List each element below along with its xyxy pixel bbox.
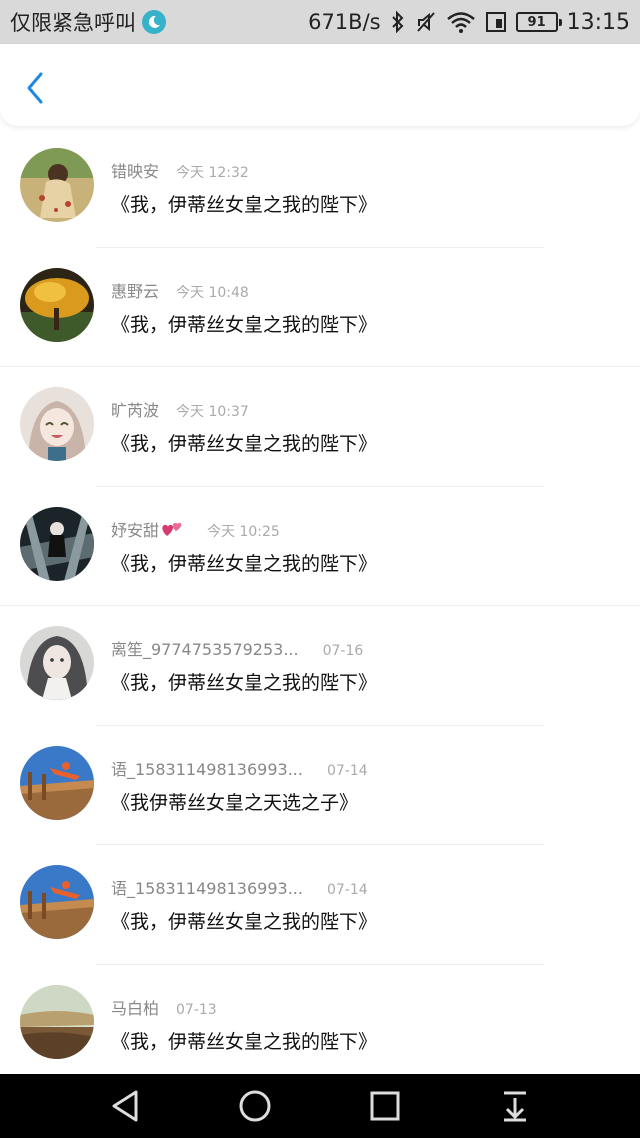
avatar[interactable] [20, 506, 94, 581]
username[interactable]: 语_158311498136993... [111, 875, 303, 899]
nav-back-button[interactable] [95, 1076, 155, 1136]
avatar[interactable] [20, 267, 94, 342]
clock: 13:15 [566, 9, 630, 35]
comment-text[interactable]: 《我，伊蒂丝女皇之我的陛下》 [111, 190, 377, 217]
avatar[interactable] [20, 745, 94, 820]
sim-icon [485, 10, 507, 34]
triangle-back-icon [112, 1090, 138, 1122]
circle-home-icon [239, 1090, 271, 1122]
list-item[interactable]: 惠野云 今天 10:48 《我，伊蒂丝女皇之我的陛下》 [0, 248, 640, 367]
avatar[interactable] [20, 626, 94, 700]
username-text: 妤安甜 [111, 520, 160, 540]
timestamp: 今天 10:48 [176, 284, 249, 301]
timestamp: 07-16 [322, 643, 364, 659]
comment-text[interactable]: 《我，伊蒂丝女皇之我的陛下》 [111, 549, 377, 576]
comment-text[interactable]: 《我，伊蒂丝女皇之我的陛下》 [111, 668, 377, 695]
comment-text[interactable]: 《我，伊蒂丝女皇之我的陛下》 [111, 1027, 377, 1054]
nav-recents-button[interactable] [355, 1076, 415, 1136]
item-meta: 马白柏 07-13 [111, 995, 217, 1019]
item-meta: 错映安 今天 12:32 [111, 158, 249, 182]
list-item[interactable]: 马白柏 07-13 《我，伊蒂丝女皇之我的陛下》 [0, 965, 640, 1085]
username[interactable]: 离笙_9774753579253... [111, 636, 299, 660]
pull-down-icon [504, 1091, 526, 1122]
carrier-text: 仅限紧急呼叫 [10, 11, 136, 35]
comment-text[interactable]: 《我，伊蒂丝女皇之我的陛下》 [111, 429, 377, 456]
moon-icon [142, 10, 166, 34]
nav-notifications-button[interactable] [485, 1076, 545, 1136]
username[interactable]: 语_158311498136993... [111, 756, 303, 780]
comment-text[interactable]: 《我，伊蒂丝女皇之我的陛下》 [111, 907, 377, 934]
item-meta: 妤安甜 今天 10:25 [111, 517, 280, 541]
comment-list: 错映安 今天 12:32 《我，伊蒂丝女皇之我的陛下》 惠野云 今天 10:48 [0, 128, 640, 1084]
list-item[interactable]: 妤安甜 今天 10:25 《我，伊蒂丝女皇之我的陛下》 [0, 487, 640, 606]
mute-icon [415, 10, 437, 34]
username[interactable]: 错映安 [111, 158, 159, 182]
item-meta: 旷芮波 今天 10:37 [111, 397, 249, 421]
username[interactable]: 妤安甜 [111, 517, 183, 541]
network-speed: 671B/s [308, 10, 381, 34]
username[interactable]: 惠野云 [111, 278, 159, 302]
timestamp: 今天 12:32 [176, 165, 249, 181]
back-button[interactable] [18, 68, 52, 108]
username[interactable]: 旷芮波 [111, 397, 159, 421]
battery-icon: 91 [515, 12, 562, 32]
system-nav-bar [0, 1074, 640, 1138]
list-item[interactable]: 语_158311498136993... 07-14 《我，伊蒂丝女皇之我的陛下… [0, 845, 640, 965]
timestamp: 07-14 [326, 762, 368, 779]
battery-level: 91 [527, 14, 546, 30]
comment-text[interactable]: 《我伊蒂丝女皇之天选之子》 [111, 788, 358, 815]
avatar[interactable] [20, 148, 94, 222]
chevron-left-icon [27, 72, 43, 104]
timestamp: 07-14 [326, 882, 368, 898]
screen: 仅限紧急呼叫 671B/s 91 13:15 错映安 今天 12:32 《我，伊… [0, 0, 640, 1138]
list-item[interactable]: 错映安 今天 12:32 《我，伊蒂丝女皇之我的陛下》 [0, 128, 640, 248]
item-meta: 离笙_9774753579253... 07-16 [111, 636, 363, 660]
list-item[interactable]: 离笙_9774753579253... 07-16 《我，伊蒂丝女皇之我的陛下》 [0, 606, 640, 726]
item-meta: 语_158311498136993... 07-14 [111, 875, 368, 899]
avatar[interactable] [20, 865, 94, 939]
status-right: 671B/s 91 13:15 [308, 10, 630, 35]
list-item[interactable]: 语_158311498136993... 07-14 《我伊蒂丝女皇之天选之子》 [0, 726, 640, 845]
timestamp: 今天 10:37 [176, 404, 249, 420]
item-meta: 语_158311498136993... 07-14 [111, 756, 368, 780]
avatar[interactable] [20, 387, 94, 461]
timestamp: 今天 10:25 [207, 523, 280, 540]
comment-text[interactable]: 《我，伊蒂丝女皇之我的陛下》 [111, 310, 377, 337]
hearts-icon [162, 522, 182, 536]
wifi-icon [446, 10, 476, 34]
username[interactable]: 马白柏 [111, 995, 159, 1019]
bluetooth-icon [390, 10, 406, 34]
timestamp: 07-13 [176, 1001, 217, 1018]
item-meta: 惠野云 今天 10:48 [111, 278, 249, 302]
nav-home-button[interactable] [225, 1076, 285, 1136]
status-bar: 仅限紧急呼叫 671B/s 91 13:15 [0, 0, 640, 44]
list-item[interactable]: 旷芮波 今天 10:37 《我，伊蒂丝女皇之我的陛下》 [0, 367, 640, 487]
app-header [0, 44, 640, 126]
avatar[interactable] [20, 984, 94, 1059]
square-recents-icon [370, 1091, 400, 1121]
status-left: 仅限紧急呼叫 [10, 7, 166, 37]
